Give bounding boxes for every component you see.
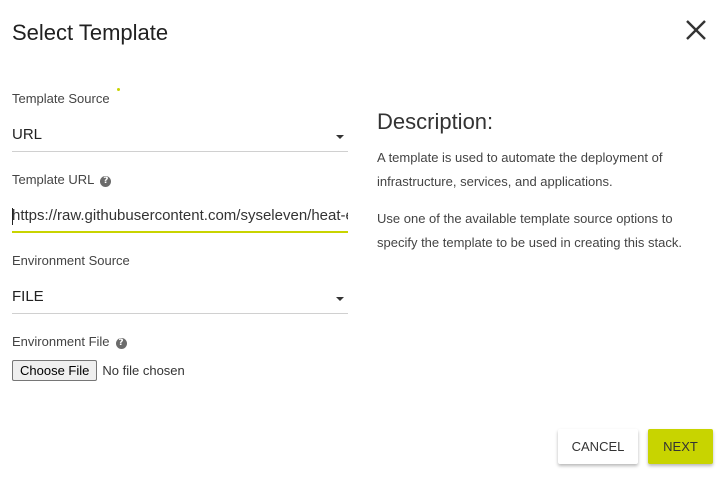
environment-file-input: Choose File No file chosen [12,360,185,381]
caret-down-icon [336,297,344,301]
template-source-label-text: Template Source [12,91,110,106]
template-url-label: Template URL? [12,172,112,187]
description-title: Description: [377,109,494,134]
choose-file-button[interactable]: Choose File [12,360,98,381]
caret-down-icon [336,135,344,139]
cancel-button[interactable]: CANCEL [558,429,638,464]
environment-file-label-text: Environment File [12,334,110,349]
template-url-input[interactable] [12,201,348,229]
environment-source-select[interactable]: FILE [12,283,348,314]
environment-source-label: Environment Source [12,253,130,268]
text-cursor [12,208,13,225]
next-button[interactable]: NEXT [648,429,713,464]
environment-source-value: FILE [12,288,44,305]
template-source-value: URL [12,126,43,143]
help-icon[interactable]: ? [115,338,127,349]
description-paragraph-2: Use one of the available template source… [377,211,682,250]
help-icon[interactable]: ? [100,176,112,187]
file-status-text: No file chosen [102,363,185,378]
environment-source-label-text: Environment Source [12,253,130,268]
required-indicator [117,88,120,91]
template-source-select[interactable]: URL [12,121,348,152]
template-url-field[interactable] [12,201,348,233]
template-url-label-text: Template URL [12,172,95,187]
close-icon[interactable] [682,16,710,44]
environment-file-label: Environment File? [12,334,127,349]
description-paragraph-1: A template is used to automate the deplo… [377,150,663,189]
dialog-title: Select Template [12,20,169,45]
template-source-label: Template Source [12,91,110,106]
